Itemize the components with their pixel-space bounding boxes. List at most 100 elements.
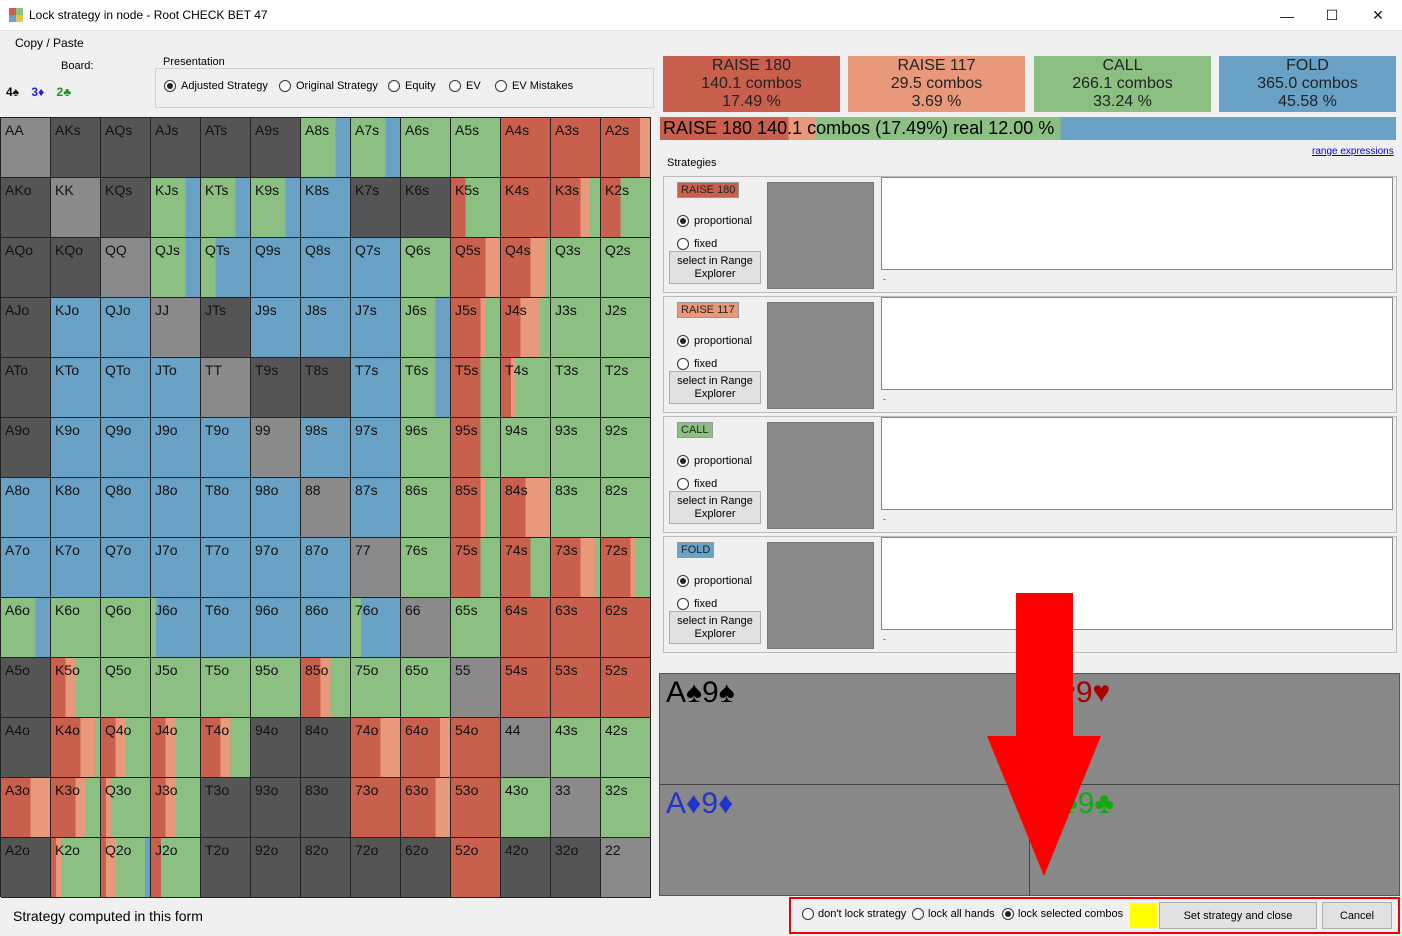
hand-cell-74s[interactable]: 74s (501, 538, 551, 598)
select-in-range-explorer-button[interactable]: select in Range Explorer (669, 611, 761, 644)
hand-cell-54s[interactable]: 54s (501, 658, 551, 718)
hand-cell-KJs[interactable]: KJs (151, 178, 201, 238)
hand-cell-KTo[interactable]: KTo (51, 358, 101, 418)
strategy-text-box[interactable] (881, 417, 1393, 510)
hand-cell-K3o[interactable]: K3o (51, 778, 101, 838)
hand-cell-43o[interactable]: 43o (501, 778, 551, 838)
hand-cell-A2o[interactable]: A2o (1, 838, 51, 898)
hand-cell-K6s[interactable]: K6s (401, 178, 451, 238)
option-lock-selected-combos[interactable]: lock selected combos (1002, 908, 1123, 920)
close-button[interactable]: ✕ (1355, 0, 1401, 31)
hand-cell-T6s[interactable]: T6s (401, 358, 451, 418)
hand-cell-T7s[interactable]: T7s (351, 358, 401, 418)
option-dont-lock-strategy[interactable]: don't lock strategy (802, 908, 906, 920)
hand-cell-A6s[interactable]: A6s (401, 118, 451, 178)
hand-cell-K7s[interactable]: K7s (351, 178, 401, 238)
hand-cell-J9s[interactable]: J9s (251, 298, 301, 358)
hand-cell-A3s[interactable]: A3s (551, 118, 601, 178)
hand-cell-K3s[interactable]: K3s (551, 178, 601, 238)
hand-cell-Q9s[interactable]: Q9s (251, 238, 301, 298)
select-in-range-explorer-button[interactable]: select in Range Explorer (669, 491, 761, 524)
hand-cell-32o[interactable]: 32o (551, 838, 601, 898)
hand-cell-Q4o[interactable]: Q4o (101, 718, 151, 778)
hand-cell-65o[interactable]: 65o (401, 658, 451, 718)
fixed-radio[interactable]: fixed (677, 238, 717, 250)
option-equity[interactable]: Equity (388, 80, 436, 92)
hand-cell-52s[interactable]: 52s (601, 658, 651, 718)
hand-cell-QJo[interactable]: QJo (101, 298, 151, 358)
hand-cell-97s[interactable]: 97s (351, 418, 401, 478)
hand-cell-J5o[interactable]: J5o (151, 658, 201, 718)
hand-cell-73s[interactable]: 73s (551, 538, 601, 598)
hand-cell-97o[interactable]: 97o (251, 538, 301, 598)
set-strategy-and-close-button[interactable]: Set strategy and close (1159, 902, 1317, 929)
combo-spades[interactable]: A♠9♠ (666, 676, 735, 710)
hand-cell-JTo[interactable]: JTo (151, 358, 201, 418)
hand-cell-AQs[interactable]: AQs (101, 118, 151, 178)
hand-cell-T3o[interactable]: T3o (201, 778, 251, 838)
option-adjusted-strategy[interactable]: Adjusted Strategy (164, 80, 268, 92)
hand-cell-TT[interactable]: TT (201, 358, 251, 418)
hand-cell-K8o[interactable]: K8o (51, 478, 101, 538)
hand-cell-QTo[interactable]: QTo (101, 358, 151, 418)
hand-cell-K5s[interactable]: K5s (451, 178, 501, 238)
hand-cell-92s[interactable]: 92s (601, 418, 651, 478)
hand-cell-A9o[interactable]: A9o (1, 418, 51, 478)
fixed-radio[interactable]: fixed (677, 358, 717, 370)
hand-cell-J2s[interactable]: J2s (601, 298, 651, 358)
hand-cell-KTs[interactable]: KTs (201, 178, 251, 238)
hand-cell-J5s[interactable]: J5s (451, 298, 501, 358)
hand-cell-J4o[interactable]: J4o (151, 718, 201, 778)
hand-cell-96o[interactable]: 96o (251, 598, 301, 658)
hand-cell-A3o[interactable]: A3o (1, 778, 51, 838)
hand-cell-A5o[interactable]: A5o (1, 658, 51, 718)
hand-cell-K6o[interactable]: K6o (51, 598, 101, 658)
hand-cell-Q4s[interactable]: Q4s (501, 238, 551, 298)
hand-cell-63o[interactable]: 63o (401, 778, 451, 838)
action-call[interactable]: CALL 266.1 combos 33.24 % (1034, 56, 1211, 112)
hand-cell-A8s[interactable]: A8s (301, 118, 351, 178)
hand-cell-T4o[interactable]: T4o (201, 718, 251, 778)
hand-cell-66[interactable]: 66 (401, 598, 451, 658)
hand-cell-K9o[interactable]: K9o (51, 418, 101, 478)
option-ev-mistakes[interactable]: EV Mistakes (495, 80, 573, 92)
hand-cell-42o[interactable]: 42o (501, 838, 551, 898)
hand-cell-A4s[interactable]: A4s (501, 118, 551, 178)
hand-cell-92o[interactable]: 92o (251, 838, 301, 898)
cancel-button[interactable]: Cancel (1322, 902, 1392, 929)
hand-cell-K2s[interactable]: K2s (601, 178, 651, 238)
hand-cell-Q5s[interactable]: Q5s (451, 238, 501, 298)
hand-cell-T9o[interactable]: T9o (201, 418, 251, 478)
hand-cell-76s[interactable]: 76s (401, 538, 451, 598)
action-fold[interactable]: FOLD 365.0 combos 45.58 % (1219, 56, 1396, 112)
strategy-text-box[interactable] (881, 177, 1393, 270)
hand-cell-T8o[interactable]: T8o (201, 478, 251, 538)
hand-cell-AJo[interactable]: AJo (1, 298, 51, 358)
hand-cell-QQ[interactable]: QQ (101, 238, 151, 298)
hand-cell-65s[interactable]: 65s (451, 598, 501, 658)
hand-cell-T2o[interactable]: T2o (201, 838, 251, 898)
hand-cell-99[interactable]: 99 (251, 418, 301, 478)
hand-cell-84o[interactable]: 84o (301, 718, 351, 778)
hand-cell-QJs[interactable]: QJs (151, 238, 201, 298)
hand-cell-Q6s[interactable]: Q6s (401, 238, 451, 298)
hand-cell-A8o[interactable]: A8o (1, 478, 51, 538)
hand-cell-A7s[interactable]: A7s (351, 118, 401, 178)
hand-cell-A5s[interactable]: A5s (451, 118, 501, 178)
hand-cell-Q9o[interactable]: Q9o (101, 418, 151, 478)
strategy-text-box[interactable] (881, 297, 1393, 390)
hand-cell-AKs[interactable]: AKs (51, 118, 101, 178)
hand-cell-98o[interactable]: 98o (251, 478, 301, 538)
hand-cell-ATs[interactable]: ATs (201, 118, 251, 178)
hand-cell-Q6o[interactable]: Q6o (101, 598, 151, 658)
hand-cell-T9s[interactable]: T9s (251, 358, 301, 418)
hand-cell-AQo[interactable]: AQo (1, 238, 51, 298)
hand-cell-T4s[interactable]: T4s (501, 358, 551, 418)
range-expressions-link[interactable]: range expressions (1312, 146, 1394, 157)
hand-cell-J6o[interactable]: J6o (151, 598, 201, 658)
hand-cell-A4o[interactable]: A4o (1, 718, 51, 778)
hand-cell-96s[interactable]: 96s (401, 418, 451, 478)
hand-cell-J6s[interactable]: J6s (401, 298, 451, 358)
hand-cell-62o[interactable]: 62o (401, 838, 451, 898)
hand-cell-83s[interactable]: 83s (551, 478, 601, 538)
